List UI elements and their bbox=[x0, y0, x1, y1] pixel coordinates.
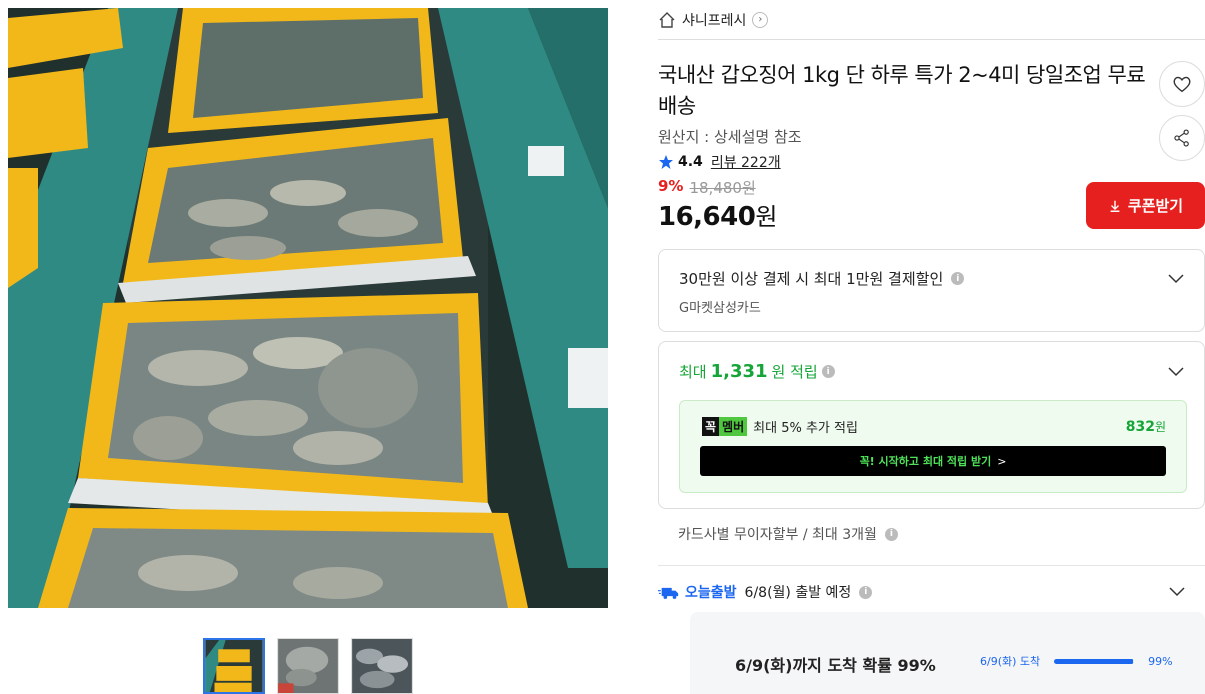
points-suffix: 원 적립 bbox=[771, 363, 818, 381]
member-signup-button[interactable]: 꼭! 시작하고 최대 적립 받기 > bbox=[700, 446, 1166, 476]
truck-icon bbox=[658, 587, 679, 599]
card-discount-box[interactable]: 30만원 이상 결제 시 최대 1만원 결제할인 i G마켓삼성카드 bbox=[658, 249, 1205, 332]
points-amount: 1,331 bbox=[710, 361, 768, 382]
member-cta-label: 꼭! 시작하고 최대 적립 받기 bbox=[859, 455, 992, 468]
arrival-probability-fill bbox=[1054, 658, 1134, 664]
shop-breadcrumb[interactable]: 샤니프레시 › bbox=[658, 0, 1205, 40]
member-logo-a: 꼭 bbox=[702, 417, 720, 436]
coupon-button-label: 쿠폰받기 bbox=[1127, 197, 1184, 215]
arrival-estimate-box: 6/9(화)까지 도착 확률 99% 6/9(화) 도착 99% bbox=[690, 612, 1205, 694]
member-amount: 832원 bbox=[1126, 418, 1166, 435]
info-icon[interactable]: i bbox=[951, 272, 965, 285]
rating-score: 4.4 bbox=[678, 154, 703, 170]
ship-date: 6/8(월) 출발 예정 bbox=[744, 585, 852, 601]
arrival-probability-bar bbox=[1054, 658, 1135, 664]
rating-row: 4.4 리뷰 222개 bbox=[658, 152, 781, 172]
chevron-down-icon[interactable] bbox=[1169, 587, 1185, 597]
wishlist-button[interactable] bbox=[1159, 61, 1205, 107]
card-name: G마켓삼성카드 bbox=[679, 301, 761, 316]
info-icon[interactable]: i bbox=[884, 527, 898, 541]
shipping-row[interactable]: 오늘출발 6/8(월) 출발 예정 i bbox=[658, 580, 1205, 604]
coupon-button[interactable]: 쿠폰받기 bbox=[1086, 182, 1205, 229]
member-amount-value: 832 bbox=[1125, 419, 1155, 435]
member-logo: 꼭 멤버 bbox=[702, 417, 748, 436]
thumbnail-3[interactable] bbox=[351, 638, 413, 694]
main-product-image[interactable] bbox=[8, 8, 608, 608]
discount-rate: 9% bbox=[658, 177, 684, 195]
points-line: 최대 1,331 원 적립 i bbox=[679, 361, 835, 382]
origin-info: 원산지 : 상세설명 참조 bbox=[658, 128, 802, 146]
download-icon bbox=[1110, 200, 1120, 212]
thumbnail-2[interactable] bbox=[277, 638, 339, 694]
chevron-down-icon[interactable] bbox=[1168, 367, 1184, 377]
member-benefit-box: 꼭 멤버 최대 5% 추가 적립 832원 꼭! 시작하고 최대 적립 받기 > bbox=[679, 400, 1187, 493]
product-title: 국내산 갑오징어 1kg 단 하루 특가 2~4미 당일조업 무료배송 bbox=[658, 63, 1146, 118]
home-icon bbox=[659, 11, 675, 28]
member-logo-b: 멤버 bbox=[719, 417, 748, 436]
member-amount-unit: 원 bbox=[1154, 420, 1166, 434]
discount-row: 9% 18,480원 bbox=[658, 177, 756, 198]
thumb-squid-closeup bbox=[278, 639, 338, 693]
installment-info: 카드사별 무이자할부 / 최대 3개월 i bbox=[678, 524, 898, 544]
divider bbox=[658, 565, 1205, 566]
chevron-right-icon: > bbox=[997, 454, 1007, 468]
sale-price-value: 16,640 bbox=[658, 202, 756, 232]
info-icon[interactable]: i bbox=[859, 585, 873, 599]
share-button[interactable] bbox=[1159, 115, 1205, 161]
share-icon bbox=[1174, 129, 1189, 147]
member-benefit-row: 꼭 멤버 최대 5% 추가 적립 832원 bbox=[702, 417, 1166, 436]
card-discount-line: 30만원 이상 결제 시 최대 1만원 결제할인 i bbox=[679, 268, 965, 289]
review-count-link[interactable]: 리뷰 222개 bbox=[711, 152, 781, 172]
arrival-distribution: 6/9(화) 도착 99% bbox=[980, 653, 1173, 669]
sale-price-unit: 원 bbox=[755, 203, 777, 231]
thumbnail-strip bbox=[203, 638, 413, 694]
chevron-right-icon: › bbox=[752, 11, 769, 28]
info-icon[interactable]: i bbox=[821, 365, 835, 378]
thumbnail-1[interactable] bbox=[203, 638, 265, 694]
thumb-squid-pile bbox=[352, 639, 412, 693]
sale-price: 16,640원 bbox=[658, 197, 777, 232]
card-discount-text: 30만원 이상 결제 시 최대 1만원 결제할인 bbox=[679, 270, 944, 288]
thumb-squid-baskets bbox=[205, 640, 263, 692]
points-box: 최대 1,331 원 적립 i 꼭 멤버 최대 5% 추가 적립 832원 꼭! … bbox=[658, 341, 1205, 509]
product-page: 샤니프레시 › 국내산 갑오징어 1kg 단 하루 특가 2~4미 당일조업 무… bbox=[0, 0, 1205, 694]
chevron-down-icon[interactable] bbox=[1168, 274, 1184, 284]
points-prefix: 최대 bbox=[679, 363, 707, 381]
original-price: 18,480원 bbox=[689, 179, 756, 197]
installment-text: 카드사별 무이자할부 / 최대 3개월 bbox=[678, 527, 877, 543]
member-benefit-text: 최대 5% 추가 적립 bbox=[753, 421, 858, 436]
squid-baskets-photo bbox=[8, 8, 608, 608]
arrival-percent: 99% bbox=[1148, 654, 1173, 668]
star-icon bbox=[659, 155, 673, 169]
shop-name[interactable]: 샤니프레시 bbox=[682, 10, 746, 30]
today-ship-badge: 오늘출발 bbox=[658, 582, 737, 602]
arrival-probability: 6/9(화)까지 도착 확률 99% bbox=[735, 656, 936, 675]
today-ship-label: 오늘출발 bbox=[685, 585, 737, 601]
product-info-panel: 샤니프레시 › 국내산 갑오징어 1kg 단 하루 특가 2~4미 당일조업 무… bbox=[658, 0, 1205, 694]
heart-icon bbox=[1173, 76, 1191, 93]
arrival-date-label: 6/9(화) 도착 bbox=[980, 655, 1041, 668]
